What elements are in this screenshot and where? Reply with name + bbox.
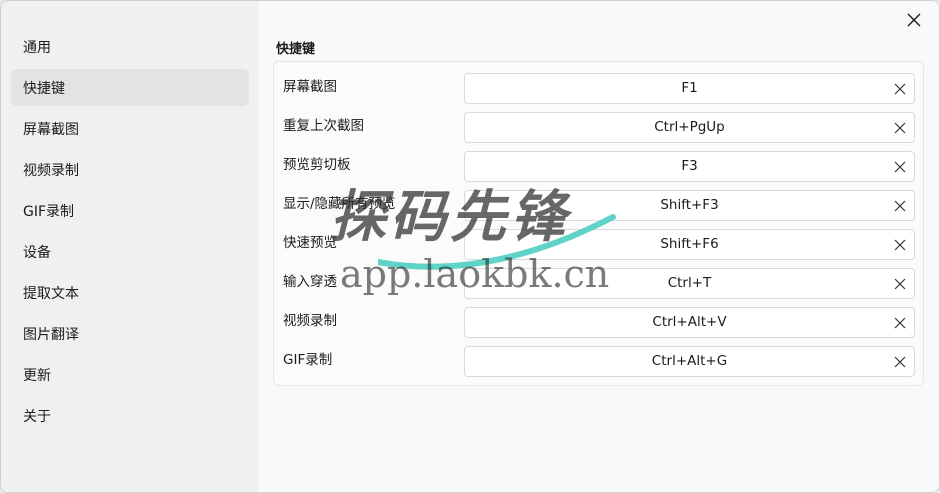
clear-hotkey-button[interactable]	[891, 197, 908, 214]
clear-icon	[894, 356, 905, 367]
hotkey-row-preview-clipboard: 预览剪切板 F3	[274, 146, 923, 185]
settings-window: 通用 快捷键 屏幕截图 视频录制 GIF录制 设备 提取文本 图片翻译 更新 关…	[0, 0, 940, 493]
close-button[interactable]	[901, 7, 927, 33]
clear-icon	[894, 200, 905, 211]
sidebar-item-label: 屏幕截图	[23, 121, 79, 138]
sidebar-item-about[interactable]: 关于	[11, 397, 249, 434]
sidebar-item-label: GIF录制	[23, 203, 75, 220]
sidebar-item-devices[interactable]: 设备	[11, 233, 249, 270]
hotkey-row-toggle-previews: 显示/隐藏所有预览 Shift+F3	[274, 185, 923, 224]
hotkey-row-input-passthrough: 输入穿透 Ctrl+T	[274, 263, 923, 302]
hotkey-input-input-passthrough[interactable]: Ctrl+T	[464, 268, 915, 299]
hotkey-value: Ctrl+Alt+G	[651, 353, 728, 369]
sidebar-item-extract-text[interactable]: 提取文本	[11, 274, 249, 311]
hotkey-label: 快速预览	[283, 235, 337, 251]
sidebar-item-update[interactable]: 更新	[11, 356, 249, 393]
hotkey-label: 重复上次截图	[283, 118, 364, 134]
clear-hotkey-button[interactable]	[891, 119, 908, 136]
hotkey-row-quick-preview: 快速预览 Shift+F6	[274, 224, 923, 263]
hotkey-row-video-recording: 视频录制 Ctrl+Alt+V	[274, 302, 923, 341]
clear-icon	[894, 122, 905, 133]
hotkey-input-video-recording[interactable]: Ctrl+Alt+V	[464, 307, 915, 338]
hotkey-label: 显示/隐藏所有预览	[283, 196, 396, 212]
hotkey-value: Shift+F3	[660, 197, 719, 213]
hotkey-value: F3	[681, 158, 698, 174]
hotkey-input-repeat-screenshot[interactable]: Ctrl+PgUp	[464, 112, 915, 143]
main-content: 快捷键 屏幕截图 F1 重复上次截图 Ctrl+PgUp 预览剪切板 F3 显示…	[258, 1, 939, 492]
sidebar-item-hotkeys[interactable]: 快捷键	[11, 69, 249, 106]
sidebar: 通用 快捷键 屏幕截图 视频录制 GIF录制 设备 提取文本 图片翻译 更新 关…	[1, 1, 258, 492]
sidebar-item-label: 视频录制	[23, 162, 79, 179]
clear-hotkey-button[interactable]	[891, 275, 908, 292]
sidebar-item-label: 提取文本	[23, 285, 79, 302]
hotkey-input-quick-preview[interactable]: Shift+F6	[464, 229, 915, 260]
hotkey-list: 屏幕截图 F1 重复上次截图 Ctrl+PgUp 预览剪切板 F3 显示/隐藏所…	[273, 61, 924, 386]
hotkey-input-toggle-previews[interactable]: Shift+F3	[464, 190, 915, 221]
hotkey-value: Ctrl+T	[667, 275, 712, 291]
sidebar-item-label: 图片翻译	[23, 326, 79, 343]
clear-icon	[894, 239, 905, 250]
hotkey-value: F1	[681, 80, 698, 96]
clear-hotkey-button[interactable]	[891, 158, 908, 175]
hotkey-label: GIF录制	[283, 352, 333, 368]
hotkey-input-preview-clipboard[interactable]: F3	[464, 151, 915, 182]
sidebar-item-video-recording[interactable]: 视频录制	[11, 151, 249, 188]
hotkey-value: Ctrl+PgUp	[654, 119, 725, 135]
sidebar-item-label: 通用	[23, 39, 51, 56]
close-icon	[907, 13, 921, 27]
sidebar-item-image-translate[interactable]: 图片翻译	[11, 315, 249, 352]
hotkey-value: Shift+F6	[660, 236, 719, 252]
hotkey-label: 输入穿透	[283, 274, 337, 290]
clear-hotkey-button[interactable]	[891, 353, 908, 370]
clear-icon	[894, 278, 905, 289]
hotkey-input-gif-recording[interactable]: Ctrl+Alt+G	[464, 346, 915, 377]
clear-icon	[894, 161, 905, 172]
sidebar-item-general[interactable]: 通用	[11, 28, 249, 65]
hotkey-label: 屏幕截图	[283, 79, 337, 95]
sidebar-item-screenshot[interactable]: 屏幕截图	[11, 110, 249, 147]
sidebar-item-label: 更新	[23, 367, 51, 384]
sidebar-item-label: 关于	[23, 408, 51, 425]
sidebar-item-label: 设备	[23, 244, 51, 261]
hotkey-row-screenshot: 屏幕截图 F1	[274, 68, 923, 107]
hotkey-label: 预览剪切板	[283, 157, 351, 173]
sidebar-item-label: 快捷键	[23, 80, 65, 97]
clear-icon	[894, 83, 905, 94]
clear-hotkey-button[interactable]	[891, 236, 908, 253]
sidebar-item-gif-recording[interactable]: GIF录制	[11, 192, 249, 229]
hotkey-label: 视频录制	[283, 313, 337, 329]
hotkey-input-screenshot[interactable]: F1	[464, 73, 915, 104]
clear-hotkey-button[interactable]	[891, 80, 908, 97]
clear-icon	[894, 317, 905, 328]
hotkey-value: Ctrl+Alt+V	[652, 314, 727, 330]
clear-hotkey-button[interactable]	[891, 314, 908, 331]
section-title: 快捷键	[276, 42, 316, 57]
hotkey-row-gif-recording: GIF录制 Ctrl+Alt+G	[274, 341, 923, 380]
hotkey-row-repeat-screenshot: 重复上次截图 Ctrl+PgUp	[274, 107, 923, 146]
